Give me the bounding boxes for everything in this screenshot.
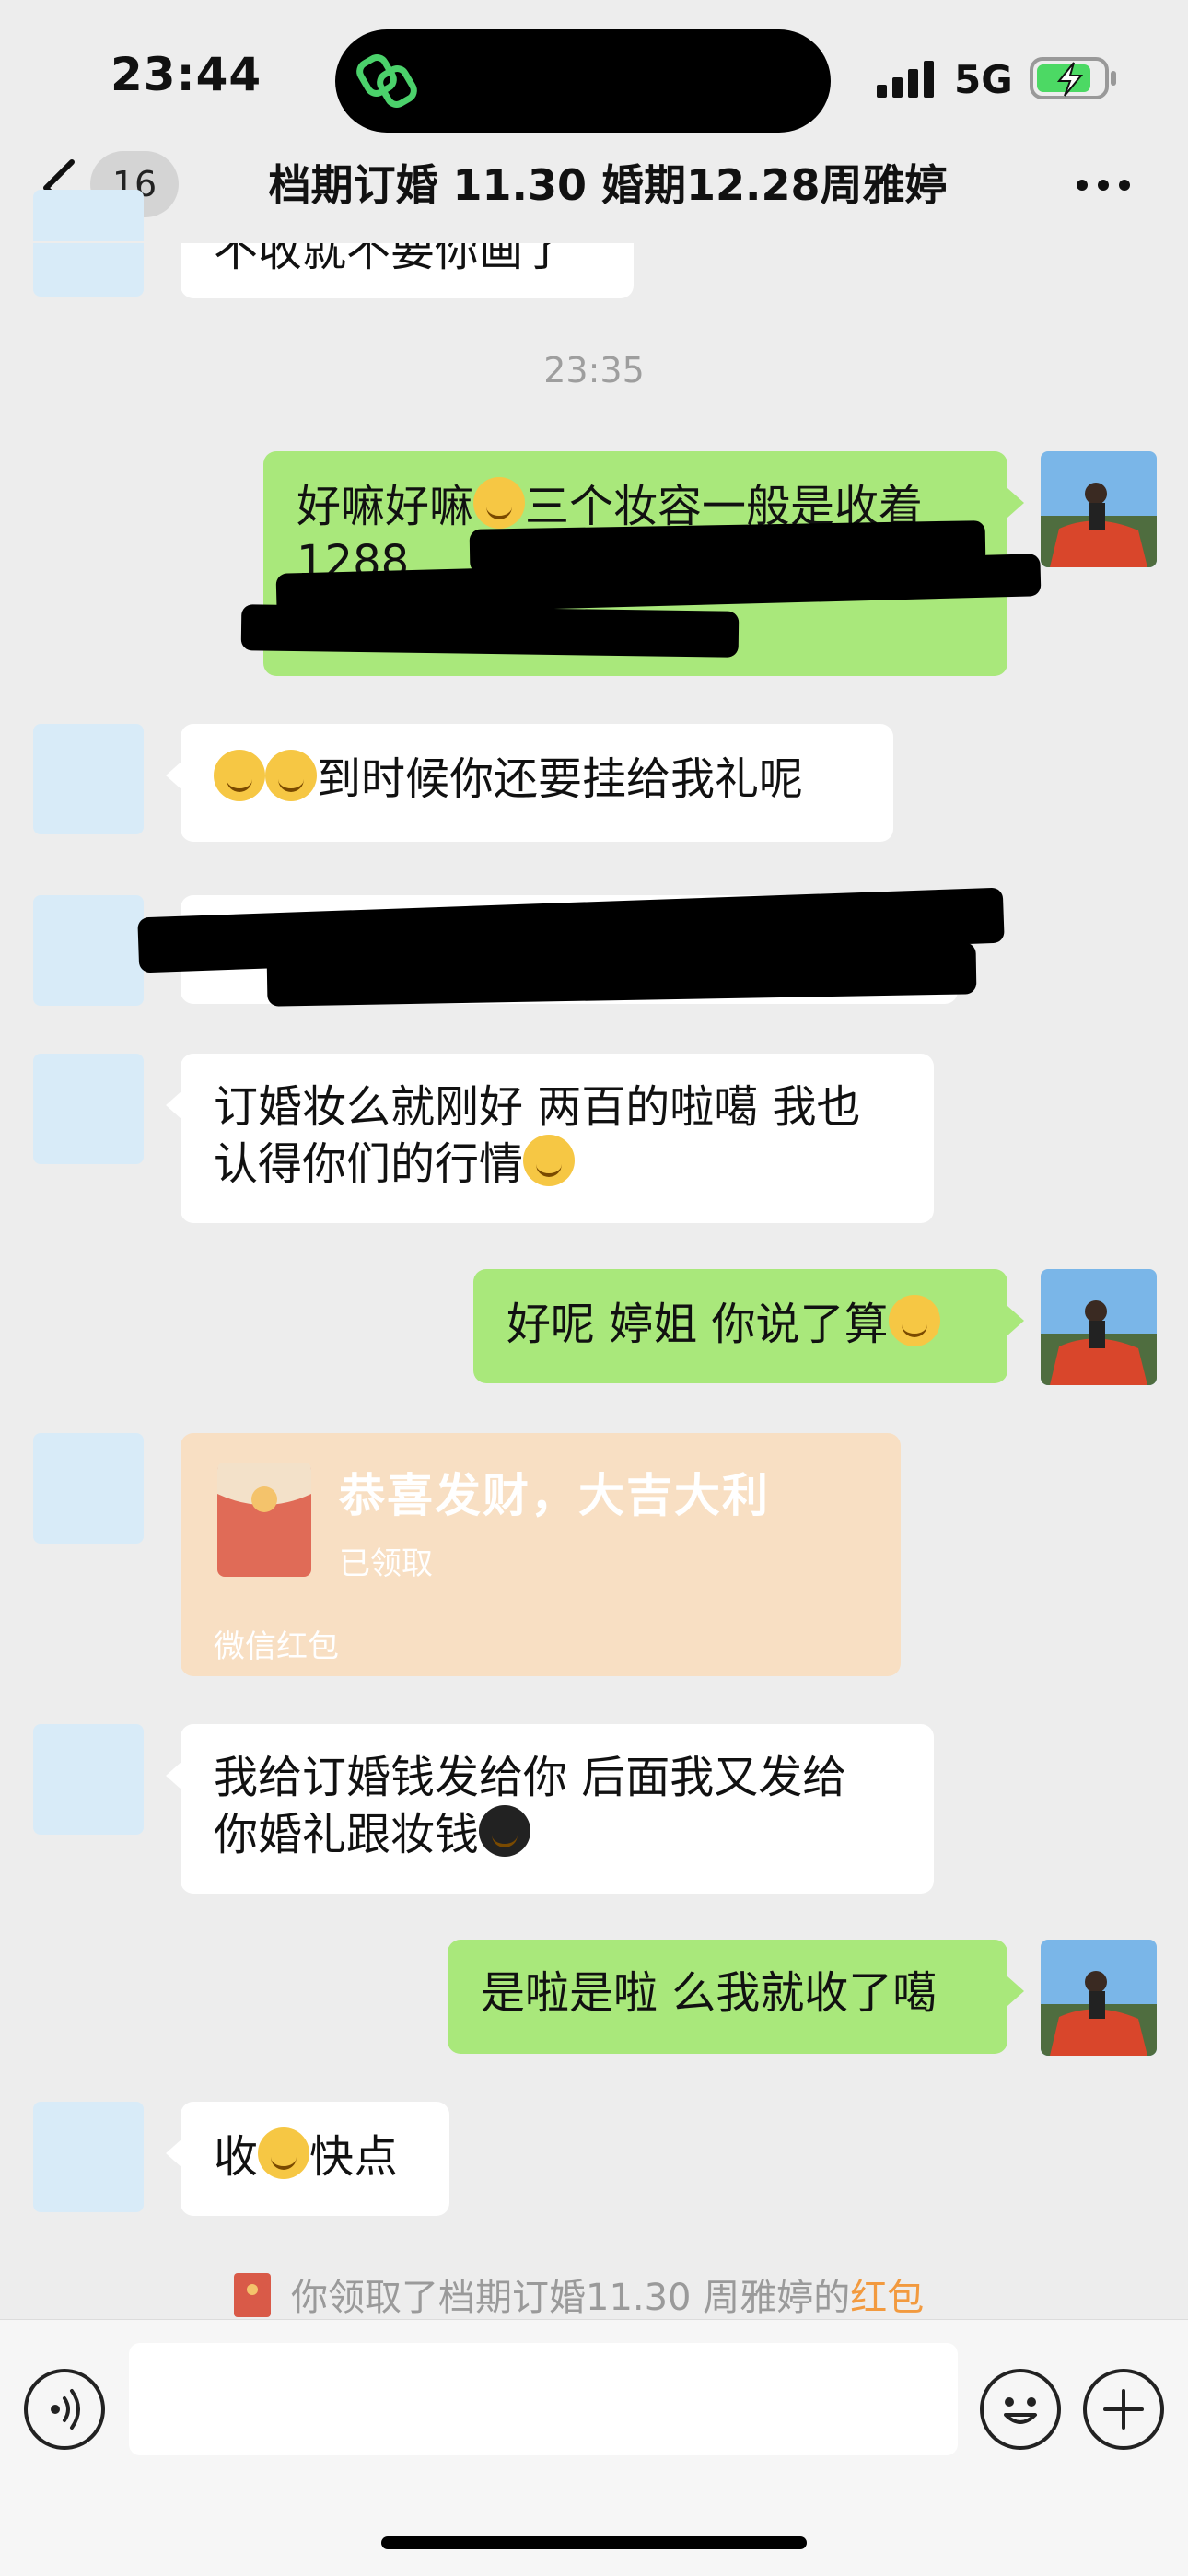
message-text: 我给订婚钱发给你 后面我又发给: [214, 1752, 847, 1803]
message-text: 快点: [309, 2131, 399, 2183]
my-avatar[interactable]: [1041, 451, 1157, 567]
voice-input-button[interactable]: [24, 2369, 105, 2450]
contact-avatar[interactable]: [33, 1724, 144, 1835]
grinning-emoji: [265, 750, 317, 801]
message-bubble[interactable]: 订婚妆么就刚好 两百的啦噶 我也 认得你们的行情: [181, 1054, 934, 1223]
penguin-emoji: [479, 1805, 531, 1857]
my-avatar[interactable]: [1041, 1269, 1157, 1385]
red-packet-link[interactable]: 红包: [850, 2277, 924, 2319]
my-avatar[interactable]: [1041, 1940, 1157, 2056]
emoji-button[interactable]: [980, 2369, 1061, 2450]
plus-icon: [1103, 2389, 1144, 2430]
message-text: 你婚礼跟妆钱: [214, 1809, 480, 1860]
contact-avatar[interactable]: [33, 2102, 144, 2212]
link-icon: [356, 54, 417, 108]
more-options-icon[interactable]: [1076, 179, 1131, 192]
redaction-mark: [240, 604, 740, 658]
message-bubble[interactable]: 我给订婚钱发给你 后面我又发给 你婚礼跟妆钱: [181, 1724, 934, 1894]
message-bubble[interactable]: 到时候你还要挂给我礼呢: [181, 724, 893, 842]
contact-avatar[interactable]: [33, 1433, 144, 1544]
contact-avatar[interactable]: [33, 895, 144, 1006]
network-label: 5G: [954, 57, 1013, 102]
contact-avatar[interactable]: [33, 190, 144, 297]
smirk-emoji: [523, 1135, 576, 1186]
message-text: 收: [214, 2131, 259, 2183]
message-bubble[interactable]: 好呢 婷姐 你说了算: [473, 1269, 1007, 1383]
more-actions-button[interactable]: [1083, 2369, 1164, 2450]
red-packet-title: 恭喜发财，大吉大利: [339, 1469, 770, 1522]
battery-charging-icon: [1030, 57, 1116, 99]
message-text: 订婚妆么就刚好 两百的啦噶 我也: [214, 1081, 861, 1133]
smirk-emoji: [888, 1295, 940, 1346]
message-bubble[interactable]: 是啦是啦 么我就收了噶: [448, 1940, 1007, 2054]
message-text: 认得你们的行情: [214, 1138, 524, 1190]
smirk-emoji: [258, 2127, 310, 2179]
avatar-photo: [1041, 451, 1157, 567]
system-notice: 你领取了档期订婚11.30 周雅婷的红包: [291, 2277, 925, 2319]
message-text: 是啦是啦 么我就收了噶: [481, 1967, 938, 2019]
message-text: 好呢 婷姐 你说了算: [507, 1299, 889, 1350]
chat-title: 档期订婚 11.30 婚期12.28周雅婷: [268, 160, 948, 210]
contact-avatar[interactable]: [33, 724, 144, 834]
avatar-photo: [1041, 1269, 1157, 1385]
avatar-photo: [1041, 1940, 1157, 2056]
red-packet-brand: 微信红包: [214, 1628, 339, 1665]
chat-timestamp: 23:35: [543, 350, 645, 390]
signal-icon: [877, 61, 934, 98]
message-bubble[interactable]: 收快点: [181, 2102, 449, 2216]
red-envelope-icon: [234, 2273, 271, 2317]
red-envelope-icon: [217, 1463, 311, 1577]
status-time: 23:44: [111, 48, 262, 101]
message-text: 到时候你还要挂给我礼呢: [317, 753, 804, 805]
message-text: 好嘛好嘛: [297, 481, 474, 532]
smiley-icon: [1004, 2397, 1037, 2424]
message-input[interactable]: [129, 2343, 958, 2455]
contact-avatar[interactable]: [33, 1054, 144, 1164]
laughing-tears-emoji: [473, 477, 526, 529]
grinning-emoji: [214, 750, 265, 801]
red-packet-status: 已领取: [339, 1545, 433, 1582]
home-indicator: [381, 2536, 807, 2549]
voice-icon: [51, 2389, 80, 2430]
